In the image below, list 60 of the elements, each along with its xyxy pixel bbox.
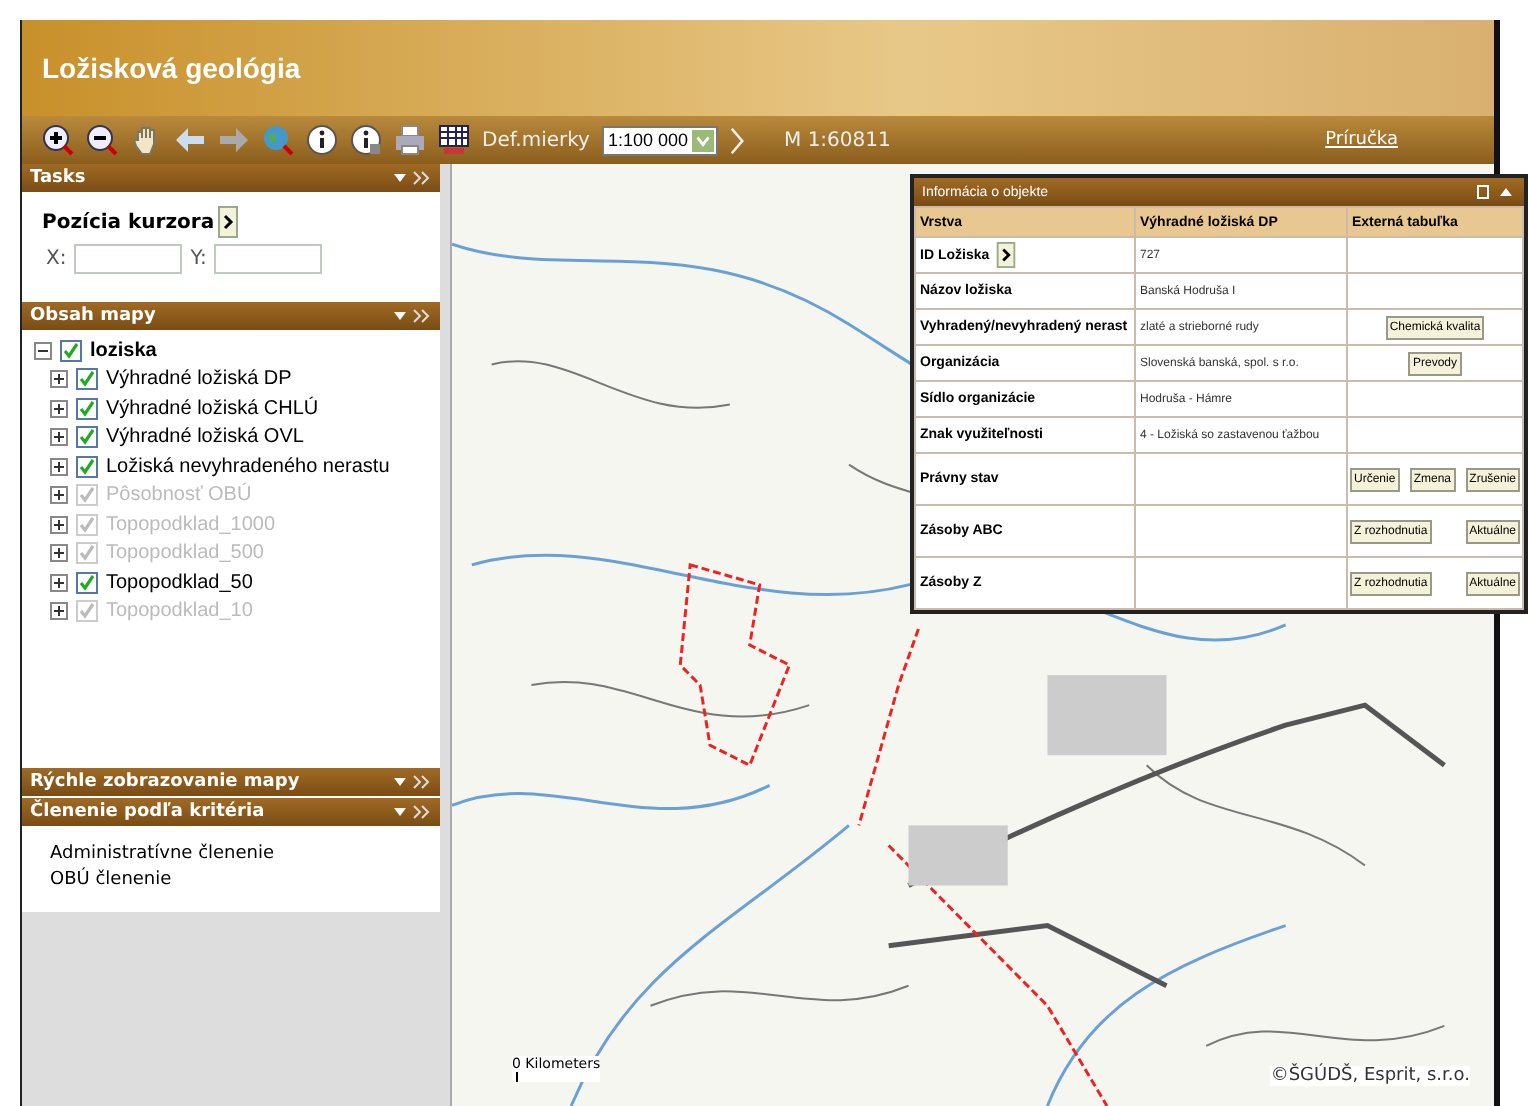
tree-item[interactable]: loziska: [90, 339, 157, 362]
collapse-icon[interactable]: [392, 170, 432, 186]
scale-label: Def.mierky: [482, 129, 590, 151]
tree-item[interactable]: Topopodklad_50: [106, 571, 253, 594]
arrow-button[interactable]: [218, 206, 239, 238]
layer-checkbox[interactable]: [76, 368, 98, 391]
x-label: X:: [46, 248, 67, 270]
zoom-in-icon[interactable]: [42, 124, 74, 156]
info-icon[interactable]: [306, 124, 338, 156]
panel-title: Obsah mapy: [30, 306, 156, 326]
criteria-link[interactable]: Administratívne členenie: [50, 844, 412, 870]
info-icon[interactable]: [350, 124, 382, 156]
x-input-field[interactable]: [74, 244, 183, 274]
expand-toggle[interactable]: [50, 486, 68, 505]
expand-toggle[interactable]: [50, 457, 68, 476]
current-scale: M 1:60811: [784, 129, 891, 151]
criteria-link[interactable]: OBÚ členenie: [50, 870, 412, 896]
table-icon[interactable]: [438, 124, 470, 156]
collapse-icon[interactable]: [392, 308, 432, 324]
layer-checkbox[interactable]: [76, 455, 98, 478]
panel-title: Členenie podľa kritéria: [30, 802, 265, 822]
deposit-boundary[interactable]: [857, 628, 920, 826]
app-title: Ložisková geológia: [42, 52, 301, 84]
layer-checkbox[interactable]: [60, 339, 82, 362]
layer-checkbox[interactable]: [76, 426, 98, 449]
tree-item[interactable]: Výhradné ložiská OVL: [106, 426, 304, 449]
expand-toggle[interactable]: [50, 399, 68, 418]
collapse-toggle[interactable]: [34, 341, 52, 360]
tree-item[interactable]: Výhradné ložiská CHLÚ: [106, 397, 319, 420]
layer-checkbox[interactable]: [76, 397, 98, 420]
town-area: [908, 825, 1008, 886]
y-input-field[interactable]: [214, 244, 323, 274]
cursor-label: Pozícia kurzora: [42, 211, 215, 233]
expand-toggle[interactable]: [50, 544, 68, 563]
tree-item[interactable]: Ložiská nevyhradeného nerastu: [106, 455, 390, 478]
arrow-button[interactable]: [995, 242, 1016, 268]
panel-title: Rýchle zobrazovanie mapy: [30, 772, 300, 792]
panel-title: Tasks: [30, 168, 86, 188]
zoom-out-icon[interactable]: [86, 124, 118, 156]
help-link[interactable]: Príručka: [1325, 130, 1398, 150]
expand-toggle[interactable]: [50, 515, 68, 534]
chevron-icon[interactable]: [730, 125, 745, 155]
town-area: [1047, 675, 1167, 756]
expand-toggle[interactable]: [50, 573, 68, 592]
copyright-text: ©ŠGÚDŠ, Esprit, s.r.o.: [1270, 1066, 1470, 1086]
tree-item[interactable]: Výhradné ložiská DP: [106, 368, 292, 391]
deposit-boundary[interactable]: [887, 844, 1109, 1106]
deposit-boundary[interactable]: [678, 562, 792, 768]
back-arrow-icon[interactable]: [174, 124, 206, 156]
collapse-icon[interactable]: [392, 804, 432, 820]
expand-toggle[interactable]: [50, 428, 68, 447]
window-controls-icon[interactable]: [1476, 184, 1516, 200]
expand-toggle[interactable]: [50, 602, 68, 621]
scale-dropdown[interactable]: 1:100 000: [601, 125, 719, 155]
y-label: Y:: [190, 248, 207, 270]
print-icon[interactable]: [394, 124, 426, 156]
layer-checkbox[interactable]: [76, 571, 98, 594]
collapse-icon[interactable]: [392, 774, 432, 790]
expand-toggle[interactable]: [50, 370, 68, 389]
scale-bar-tick: [516, 1072, 518, 1082]
